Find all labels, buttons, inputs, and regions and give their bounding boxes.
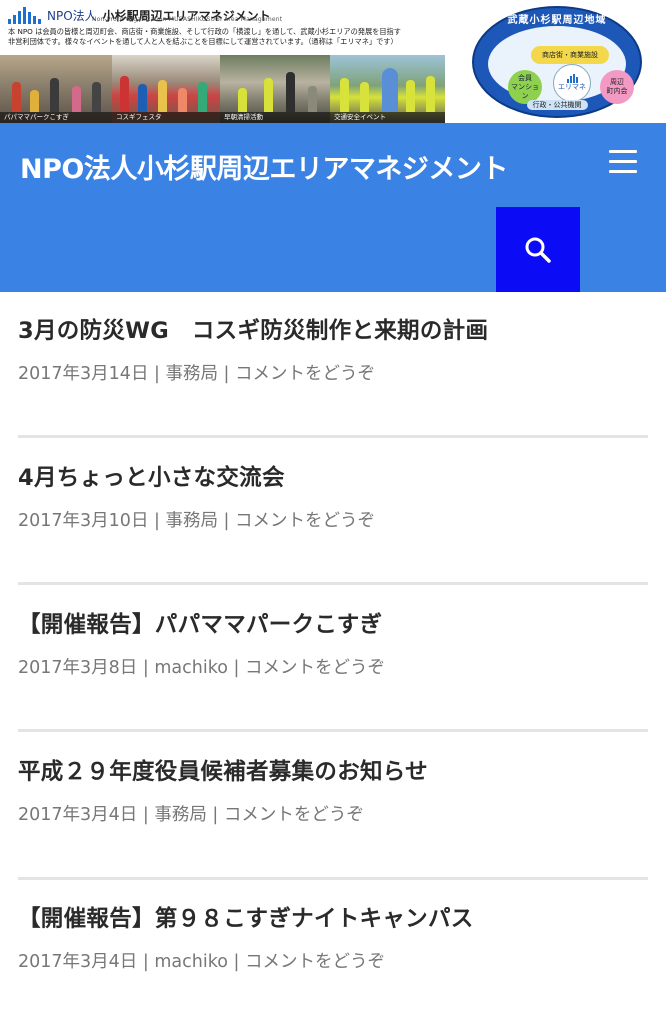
emblem-inner: 商店街・商業施設 会員 マンション エリマネ 周辺 町内会 (488, 26, 634, 104)
search-button[interactable] (496, 207, 580, 292)
activity-photo: パパママパークこすぎ (0, 55, 112, 123)
post-author[interactable]: 事務局 (165, 364, 218, 384)
activity-photo: コスギフェスタ (112, 55, 220, 123)
meta-separator: | (148, 364, 166, 384)
emblem-center: エリマネ (553, 64, 591, 102)
photo-caption: 早朝清掃活動 (220, 112, 330, 123)
banner-image[interactable]: NPO法人 小杉駅周辺エリアマネジメント Non-Profit Organiza… (0, 0, 445, 123)
post-item: 平成２９年度役員候補者募集のお知らせ 2017年3月4日 | 事務局 | コメン… (18, 754, 648, 826)
post-author[interactable]: 事務局 (154, 805, 207, 825)
activity-photo: 交通安全イベント (330, 55, 445, 123)
activity-photo: 早朝清掃活動 (220, 55, 330, 123)
site-title[interactable]: NPO法人小杉駅周辺エリアマネジメント (20, 147, 585, 186)
emblem-member-label: 会員 マンション (508, 70, 542, 104)
meta-separator: | (137, 658, 155, 678)
emblem-logo-icon (566, 74, 578, 83)
post-item: 【開催報告】パパママパークこすぎ 2017年3月8日 | machiko | コ… (18, 607, 648, 679)
hamburger-menu-icon[interactable] (598, 140, 648, 184)
post-meta: 2017年3月10日 | 事務局 | コメントをどうぞ (18, 507, 648, 532)
post-title[interactable]: 【開催報告】第９８こすぎナイトキャンパス (18, 901, 648, 933)
post-author[interactable]: machiko (154, 952, 228, 972)
post-title[interactable]: 平成２９年度役員候補者募集のお知らせ (18, 754, 648, 786)
emblem-top-label: 武蔵小杉駅周辺地域 (507, 15, 607, 26)
photo-caption: 交通安全イベント (330, 112, 445, 123)
post-item: 3月の防災WG コスギ防災制作と来期の計画 2017年3月14日 | 事務局 |… (18, 313, 648, 385)
meta-separator: | (137, 952, 155, 972)
meta-separator: | (217, 511, 236, 531)
activity-photos: パパママパークこすぎ コスギフェスタ 早朝清掃活動 交通安全イベント (0, 55, 445, 123)
post-item: 4月ちょっと小さな交流会 2017年3月10日 | 事務局 | コメントをどうぞ (18, 460, 648, 532)
org-name-en: Non-Profit Organization MUSASHIKOSUGI Ar… (92, 16, 283, 23)
org-intro-line: 非営利団体です。様々なイベントを通して人と人を結ぶことを目標にして運営されていま… (8, 36, 398, 46)
post-date[interactable]: 2017年3月4日 (18, 952, 137, 972)
site-banner[interactable]: NPO法人 小杉駅周辺エリアマネジメント Non-Profit Organiza… (0, 0, 666, 123)
post-divider (18, 877, 648, 880)
meta-separator: | (217, 364, 236, 384)
post-comments-link[interactable]: コメントをどうぞ (235, 511, 375, 531)
post-date[interactable]: 2017年3月4日 (18, 805, 137, 825)
post-date[interactable]: 2017年3月8日 (18, 658, 137, 678)
post-author[interactable]: machiko (154, 658, 228, 678)
post-title[interactable]: 【開催報告】パパママパークこすぎ (18, 607, 648, 639)
org-intro-line: 本 NPO は会員の皆様と周辺町会、商店街・商業施設、そして行政の「横渡し」を通… (8, 27, 401, 36)
post-meta: 2017年3月4日 | 事務局 | コメントをどうぞ (18, 801, 648, 826)
search-icon (525, 237, 551, 263)
post-comments-link[interactable]: コメントをどうぞ (235, 364, 375, 384)
post-divider (18, 582, 648, 585)
emblem-center-label: エリマネ (558, 83, 586, 91)
org-prefix: NPO法人 (47, 9, 97, 23)
site-header: NPO法人小杉駅周辺エリアマネジメント (0, 123, 666, 292)
post-comments-link[interactable]: コメントをどうぞ (245, 658, 385, 678)
post-item: 【開催報告】第９８こすぎナイトキャンパス 2017年3月4日 | machiko… (18, 901, 648, 973)
post-meta: 2017年3月14日 | 事務局 | コメントをどうぞ (18, 360, 648, 385)
meta-separator: | (137, 805, 155, 825)
meta-separator: | (227, 952, 245, 972)
meta-separator: | (206, 805, 224, 825)
photo-caption: パパママパークこすぎ (0, 112, 112, 123)
area-emblem: 武蔵小杉駅周辺地域 商店街・商業施設 会員 マンション エリマネ 周辺 町内会 行政… (472, 6, 642, 118)
org-intro: 本 NPO は会員の皆様と周辺町会、商店街・商業施設、そして行政の「横渡し」を通… (8, 27, 443, 46)
org-logo-icon (8, 6, 41, 24)
meta-separator: | (227, 658, 245, 678)
emblem-bottom: 行政・公共機関 (474, 100, 640, 110)
post-meta: 2017年3月4日 | machiko | コメントをどうぞ (18, 948, 648, 973)
emblem-town-label: 周辺 町内会 (600, 70, 634, 104)
post-date[interactable]: 2017年3月10日 (18, 511, 148, 531)
emblem-bottom-label: 行政・公共機関 (526, 100, 588, 110)
post-meta: 2017年3月8日 | machiko | コメントをどうぞ (18, 654, 648, 679)
post-comments-link[interactable]: コメントをどうぞ (224, 805, 364, 825)
post-divider (18, 729, 648, 732)
post-divider (18, 435, 648, 438)
post-date[interactable]: 2017年3月14日 (18, 364, 148, 384)
meta-separator: | (148, 511, 166, 531)
post-title[interactable]: 4月ちょっと小さな交流会 (18, 460, 648, 492)
emblem-shops-label: 商店街・商業施設 (531, 46, 609, 64)
post-comments-link[interactable]: コメントをどうぞ (245, 952, 385, 972)
post-author[interactable]: 事務局 (165, 511, 218, 531)
post-title[interactable]: 3月の防災WG コスギ防災制作と来期の計画 (18, 313, 648, 345)
photo-caption: コスギフェスタ (112, 112, 220, 123)
